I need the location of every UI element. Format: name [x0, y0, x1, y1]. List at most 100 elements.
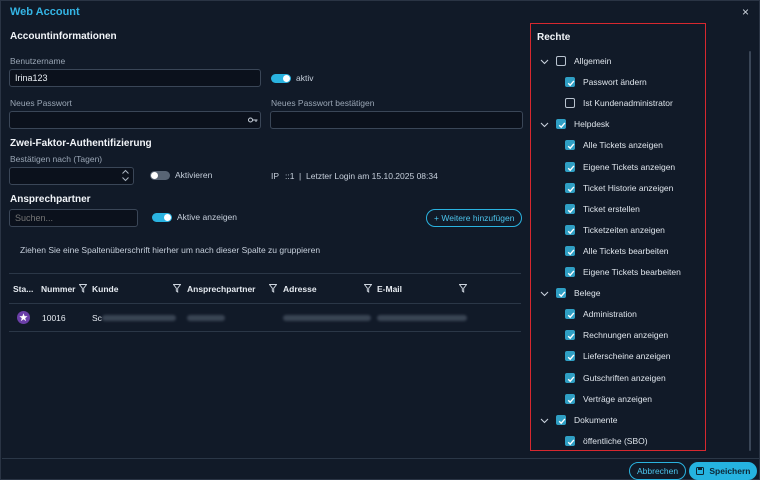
permission-checkbox[interactable]	[565, 161, 575, 172]
permission-checkbox[interactable]	[565, 98, 575, 109]
rights-group[interactable]: Dokumente	[538, 414, 703, 428]
permission-checkbox[interactable]	[565, 309, 575, 320]
column-address[interactable]: Adresse	[283, 284, 317, 294]
contacts-search-input[interactable]	[9, 209, 138, 227]
permission-checkbox[interactable]	[565, 182, 575, 193]
column-status[interactable]: Sta...	[13, 284, 33, 294]
password-confirm-input[interactable]	[270, 111, 523, 129]
permission-checkbox[interactable]	[565, 267, 575, 277]
chevron-down-icon[interactable]	[540, 416, 549, 425]
permission-label: Ist Kundenadministrator	[583, 98, 673, 109]
column-customer[interactable]: Kunde	[92, 284, 118, 294]
star-status-icon	[17, 311, 30, 324]
permission-label: Eigene Tickets bearbeiten	[583, 267, 681, 277]
rights-title: Rechte	[537, 32, 571, 43]
group-checkbox[interactable]	[556, 288, 566, 299]
permission-checkbox[interactable]	[565, 77, 575, 88]
rights-item[interactable]: öffentliche (SBO)	[538, 435, 703, 449]
footer-divider	[2, 458, 759, 459]
rights-item[interactable]: Eigene Tickets bearbeiten	[538, 266, 703, 280]
active-label: aktiv	[296, 73, 314, 83]
group-label: Dokumente	[574, 414, 618, 425]
cancel-button[interactable]: Abbrechen	[629, 462, 687, 480]
permission-label: Gutschriften anzeigen	[583, 372, 666, 383]
twofa-activate-toggle[interactable]	[150, 171, 170, 180]
permission-label: Rechnungen anzeigen	[583, 330, 669, 341]
group-checkbox[interactable]	[556, 56, 566, 66]
permission-checkbox[interactable]	[565, 435, 575, 446]
permission-label: Lieferscheine anzeigen	[583, 351, 671, 362]
rights-item[interactable]: Eigene Tickets anzeigen	[538, 161, 703, 175]
password-confirm-label: Neues Passwort bestätigen	[271, 98, 375, 108]
filter-icon[interactable]	[173, 284, 181, 293]
chevron-down-icon[interactable]	[540, 289, 549, 298]
column-contact-person[interactable]: Ansprechpartner	[187, 284, 256, 294]
rights-group[interactable]: Allgemein	[538, 55, 703, 69]
permission-label: Ticket Historie anzeigen	[583, 182, 674, 193]
active-toggle[interactable]	[271, 74, 291, 83]
permission-checkbox[interactable]	[565, 203, 575, 214]
group-checkbox[interactable]	[556, 414, 566, 425]
column-email[interactable]: E-Mail	[377, 284, 402, 294]
redacted-email	[377, 315, 467, 321]
permission-checkbox[interactable]	[565, 330, 575, 341]
password-input[interactable]	[9, 111, 261, 129]
rights-scrollbar[interactable]	[749, 51, 751, 451]
group-checkbox[interactable]	[556, 119, 566, 130]
show-active-label: Aktive anzeigen	[177, 212, 238, 222]
ip-value: ::1	[285, 171, 295, 181]
permission-checkbox[interactable]	[565, 140, 575, 151]
confirm-after-days-input[interactable]	[9, 167, 134, 185]
permission-label: Verträge anzeigen	[583, 393, 652, 404]
column-number[interactable]: Nummer	[41, 284, 75, 294]
rights-group[interactable]: Helpdesk	[538, 118, 703, 132]
permission-label: Alle Tickets anzeigen	[583, 140, 663, 151]
rights-item[interactable]: Rechnungen anzeigen	[538, 329, 703, 343]
permission-label: Eigene Tickets anzeigen	[583, 161, 676, 172]
rights-item[interactable]: Alle Tickets anzeigen	[538, 139, 703, 153]
close-icon[interactable]: ×	[742, 5, 749, 19]
filter-icon[interactable]	[269, 284, 277, 293]
grid-top-divider	[9, 273, 521, 274]
grid-header-divider	[9, 303, 521, 304]
chevron-down-icon[interactable]	[540, 57, 549, 66]
permission-checkbox[interactable]	[565, 245, 575, 256]
password-label: Neues Passwort	[10, 98, 72, 108]
permission-checkbox[interactable]	[565, 224, 575, 235]
rights-item[interactable]: Ticketzeiten anzeigen	[538, 224, 703, 238]
username-input[interactable]: Irina123	[9, 69, 261, 87]
permission-label: öffentliche (SBO)	[583, 435, 648, 446]
save-button[interactable]: Speichern	[689, 462, 758, 480]
add-more-button[interactable]: + Weitere hinzufügen	[426, 209, 523, 227]
filter-icon[interactable]	[459, 284, 467, 293]
title-bar: Web Account ×	[1, 1, 759, 23]
rights-item[interactable]: Verträge anzeigen	[538, 393, 703, 407]
filter-icon[interactable]	[79, 284, 87, 293]
last-login-text: Letzter Login am 15.10.2025 08:34	[306, 171, 438, 181]
rights-item[interactable]: Gutschriften anzeigen	[538, 372, 703, 386]
contacts-section-title: Ansprechpartner	[10, 194, 91, 205]
show-active-toggle[interactable]	[152, 213, 172, 222]
rights-item[interactable]: Administration	[538, 308, 703, 322]
rights-item[interactable]: Ticket erstellen	[538, 203, 703, 217]
ip-label: IP	[271, 171, 280, 181]
filter-icon[interactable]	[364, 284, 372, 293]
twofa-section-title: Zwei-Faktor-Authentifizierung	[10, 138, 152, 149]
stepper-icon[interactable]	[121, 168, 130, 183]
permission-checkbox[interactable]	[565, 393, 575, 404]
permission-checkbox[interactable]	[565, 351, 575, 362]
key-icon[interactable]	[248, 116, 258, 124]
row-number: 10016	[42, 313, 66, 323]
save-label: Speichern	[709, 466, 751, 476]
permission-label: Ticket erstellen	[583, 203, 640, 214]
rights-item[interactable]: Alle Tickets bearbeiten	[538, 245, 703, 259]
row-customer: Sc	[92, 313, 102, 323]
rights-item[interactable]: Ticket Historie anzeigen	[538, 182, 703, 196]
rights-item[interactable]: Passwort ändern	[538, 76, 703, 90]
chevron-down-icon[interactable]	[540, 120, 549, 129]
rights-item[interactable]: Lieferscheine anzeigen	[538, 350, 703, 364]
rights-group[interactable]: Belege	[538, 287, 703, 301]
permission-checkbox[interactable]	[565, 372, 575, 383]
account-section-title: Accountinformationen	[10, 31, 117, 42]
rights-item[interactable]: Ist Kundenadministrator	[538, 97, 703, 111]
